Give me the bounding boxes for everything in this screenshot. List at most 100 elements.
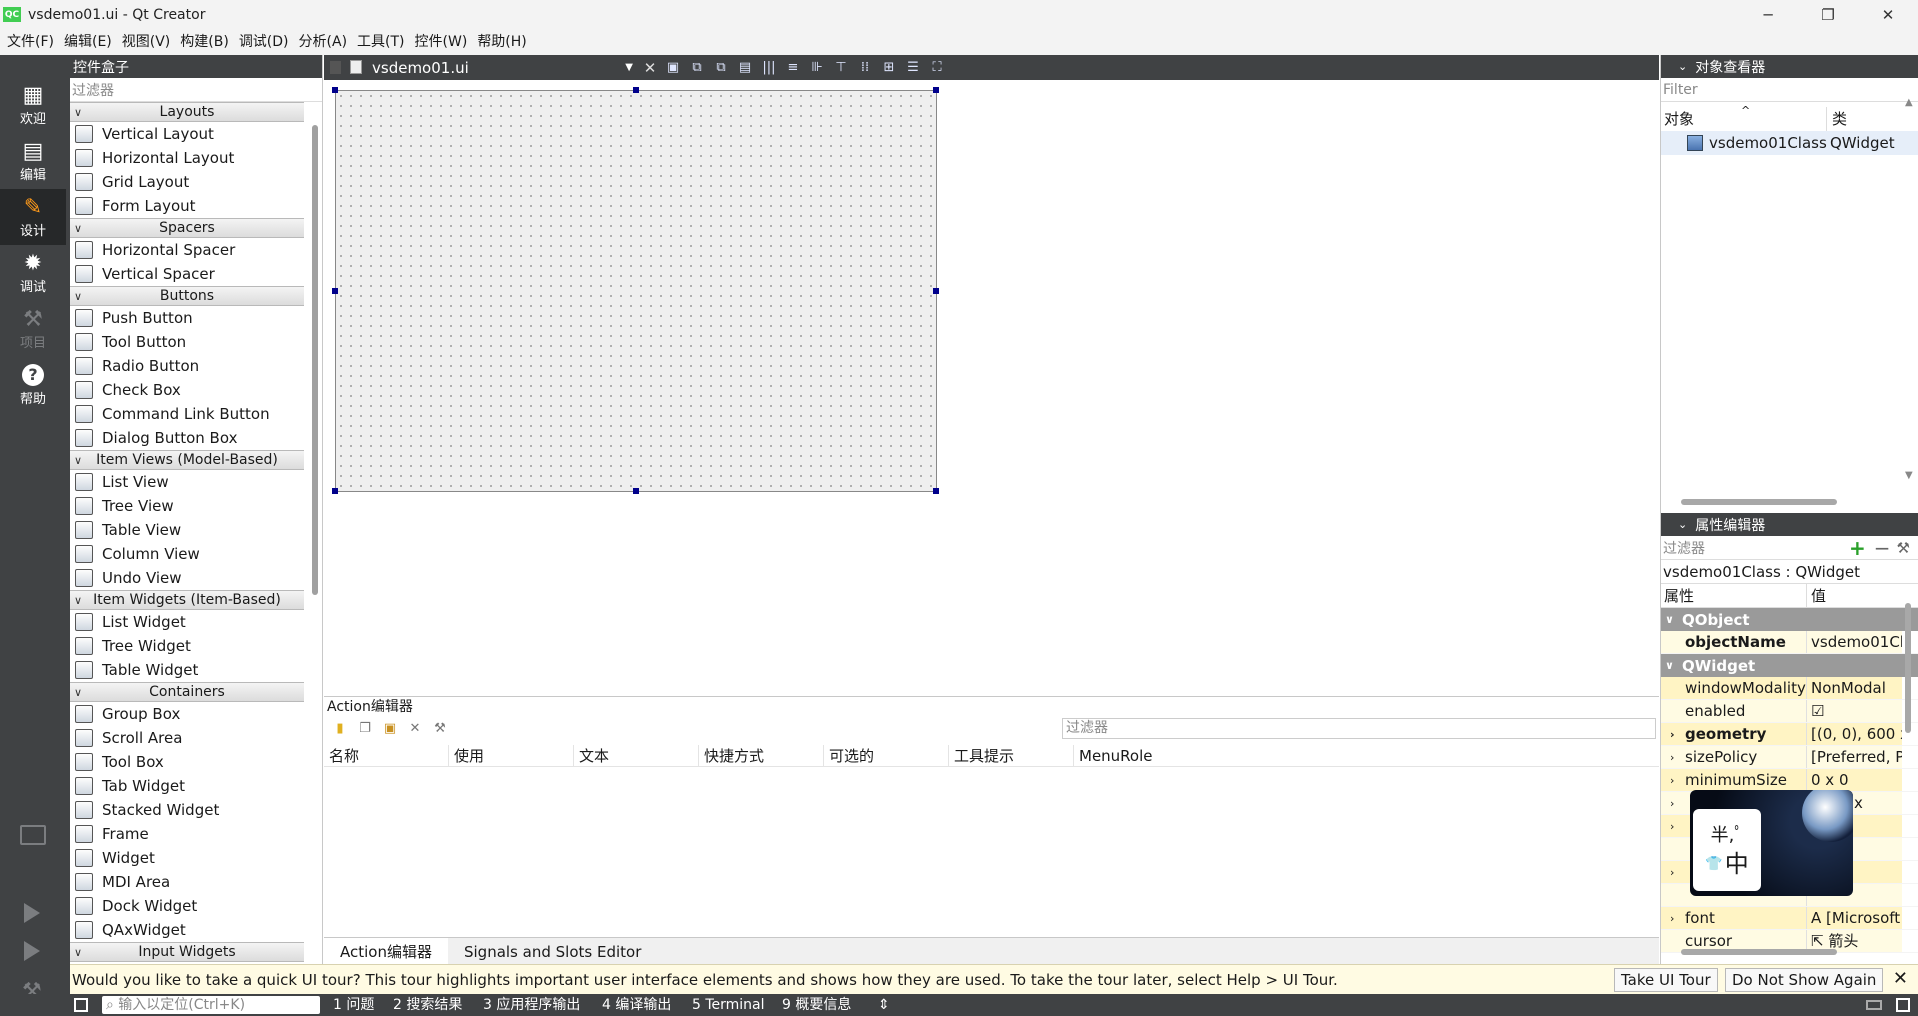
widget-item-frame[interactable]: Frame [70, 822, 304, 846]
widget-item-dialog-button-box[interactable]: Dialog Button Box [70, 426, 304, 450]
locator-input[interactable]: ⌕ 输入以定位(Ctrl+K) [102, 996, 320, 1014]
layout-horizontal-icon[interactable]: ||| [758, 59, 780, 77]
object-tree-row[interactable]: vsdemo01Class QWidget [1661, 131, 1918, 155]
property-value[interactable]: vsdemo01Class [1811, 633, 1902, 651]
resize-handle[interactable] [332, 87, 338, 93]
widget-item-vertical-spacer[interactable]: Vertical Spacer [70, 262, 304, 286]
close-infobar-icon[interactable]: ✕ [1893, 968, 1908, 989]
property-row[interactable]: windowModality NonModal [1661, 677, 1918, 700]
widget-item-list-view[interactable]: List View [70, 470, 304, 494]
menu-analyze[interactable]: 分析(A) [294, 29, 353, 55]
property-editor-hscrollbar[interactable] [1681, 949, 1837, 955]
property-row[interactable]: objectName vsdemo01Class [1661, 631, 1918, 654]
chevron-right-icon[interactable]: › [1670, 769, 1674, 791]
column-tooltip[interactable]: 工具提示 [949, 745, 1074, 766]
minimize-button[interactable]: ─ [1738, 0, 1798, 29]
output-tab-search-results[interactable]: 2 搜索结果 [393, 994, 462, 1016]
object-filter-input[interactable]: Filter [1661, 78, 1918, 102]
column-shortcut[interactable]: 快捷方式 [699, 745, 824, 766]
property-value[interactable]: ☑ [1811, 702, 1824, 720]
property-row[interactable]: › minimumSize 0 x 0 [1661, 769, 1918, 792]
mode-projects[interactable]: ⚒ 项目 [0, 301, 66, 357]
widget-item-group-box[interactable]: Group Box [70, 702, 304, 726]
configure-wrench-icon[interactable]: ⚒ [1897, 539, 1910, 557]
chevron-right-icon[interactable]: › [1670, 792, 1674, 814]
widget-item-vertical-layout[interactable]: Vertical Layout [70, 122, 304, 146]
column-value[interactable]: 值 [1806, 584, 1902, 607]
property-value[interactable]: NonModal [1811, 679, 1886, 697]
menu-tools[interactable]: 工具(T) [352, 29, 409, 55]
resize-handle[interactable] [633, 87, 639, 93]
close-window-button[interactable]: ✕ [1858, 0, 1918, 29]
widget-item-command-link-button[interactable]: Command Link Button [70, 402, 304, 426]
resize-handle[interactable] [933, 87, 939, 93]
column-text[interactable]: 文本 [574, 745, 699, 766]
widget-item-tab-widget[interactable]: Tab Widget [70, 774, 304, 798]
scroll-up-icon[interactable]: ▲ [1905, 97, 1913, 108]
close-document-button[interactable]: ✕ [639, 59, 661, 77]
output-tab-terminal[interactable]: 5 Terminal [692, 994, 765, 1016]
take-ui-tour-button[interactable]: Take UI Tour [1614, 968, 1718, 992]
new-action-icon[interactable]: ▮ [332, 720, 348, 736]
column-name[interactable]: 名称 [324, 745, 449, 766]
chevron-down-icon[interactable]: ⌄ [1678, 518, 1687, 531]
column-object[interactable]: 对象 ^ [1661, 104, 1826, 131]
column-class[interactable]: 类 [1826, 107, 1906, 131]
ime-indicator[interactable]: 半,ﾟ 👕 中 [1690, 790, 1853, 896]
widget-item-radio-button[interactable]: Radio Button [70, 354, 304, 378]
property-value[interactable]: 0 x 0 [1811, 771, 1849, 789]
chevron-right-icon[interactable]: › [1670, 746, 1674, 768]
do-not-show-again-button[interactable]: Do Not Show Again [1725, 968, 1884, 992]
adjust-size-icon[interactable]: ⛶ [926, 59, 948, 77]
widget-box-scrollbar[interactable] [312, 125, 318, 595]
menu-file[interactable]: 文件(F) [2, 29, 59, 55]
widget-item-check-box[interactable]: Check Box [70, 378, 304, 402]
toggle-right-sidebar-icon[interactable] [1896, 998, 1910, 1012]
object-inspector-scrollbar[interactable] [1681, 499, 1837, 505]
output-tab-issues[interactable]: 1 问题 [333, 994, 374, 1016]
property-value[interactable]: [(0, 0), 600 x 400] [1811, 725, 1902, 743]
widget-item-table-view[interactable]: Table View [70, 518, 304, 542]
chevron-down-icon[interactable]: ⌄ [1678, 60, 1687, 73]
menu-debug[interactable]: 调试(D) [234, 29, 294, 55]
add-property-icon[interactable]: + [1849, 536, 1866, 560]
resize-handle[interactable] [933, 488, 939, 494]
output-tab-compile-output[interactable]: 4 编译输出 [602, 994, 671, 1016]
widget-item-qaxwidget[interactable]: QAxWidget [70, 918, 304, 942]
property-value[interactable]: [Preferred, Preferred] [1811, 748, 1902, 766]
chevron-right-icon[interactable]: › [1670, 815, 1674, 837]
mode-design[interactable]: ✎ 设计 [0, 189, 66, 245]
edit-widgets-icon[interactable]: ▣ [662, 59, 684, 77]
delete-action-icon[interactable]: ✕ [407, 720, 423, 736]
menu-view[interactable]: 视图(V) [117, 29, 176, 55]
property-row[interactable]: › geometry [(0, 0), 600 x 400] [1661, 723, 1918, 746]
widget-category[interactable]: ∨ Containers [70, 682, 304, 702]
monitor-icon[interactable] [20, 825, 46, 845]
copy-action-icon[interactable]: ❐ [357, 720, 373, 736]
break-layout-icon[interactable]: ☰ [902, 59, 924, 77]
menu-help[interactable]: 帮助(H) [472, 29, 531, 55]
resize-handle[interactable] [933, 288, 939, 294]
column-used[interactable]: 使用 [449, 745, 574, 766]
property-group[interactable]: ∨ QWidget [1661, 654, 1918, 677]
document-tab[interactable]: vsdemo01.ui ▼ [324, 55, 639, 80]
widget-item-mdi-area[interactable]: MDI Area [70, 870, 304, 894]
output-tab-application-output[interactable]: 3 应用程序输出 [483, 994, 580, 1016]
widget-item-list-widget[interactable]: List Widget [70, 610, 304, 634]
property-value[interactable]: A [Microsoft [1811, 909, 1900, 927]
output-tab-general-messages[interactable]: 9 概要信息 [782, 994, 851, 1016]
scroll-down-icon[interactable]: ▼ [1905, 470, 1913, 481]
widget-item-tool-button[interactable]: Tool Button [70, 330, 304, 354]
edit-tab-order-icon[interactable]: ▤ [734, 59, 756, 77]
edit-buddies-icon[interactable]: ⧉ [710, 59, 732, 77]
run-icon[interactable] [24, 903, 40, 923]
resize-handle[interactable] [332, 288, 338, 294]
widget-item-column-view[interactable]: Column View [70, 542, 304, 566]
layout-grid-icon[interactable]: ⊞ [878, 59, 900, 77]
widget-item-tool-box[interactable]: Tool Box [70, 750, 304, 774]
widget-item-undo-view[interactable]: Undo View [70, 566, 304, 590]
property-row[interactable]: › font A [Microsoft [1661, 907, 1918, 930]
widget-category[interactable]: ∨ Buttons [70, 286, 304, 306]
widget-item-dock-widget[interactable]: Dock Widget [70, 894, 304, 918]
more-tabs-icon[interactable]: ⇕ [878, 994, 890, 1016]
